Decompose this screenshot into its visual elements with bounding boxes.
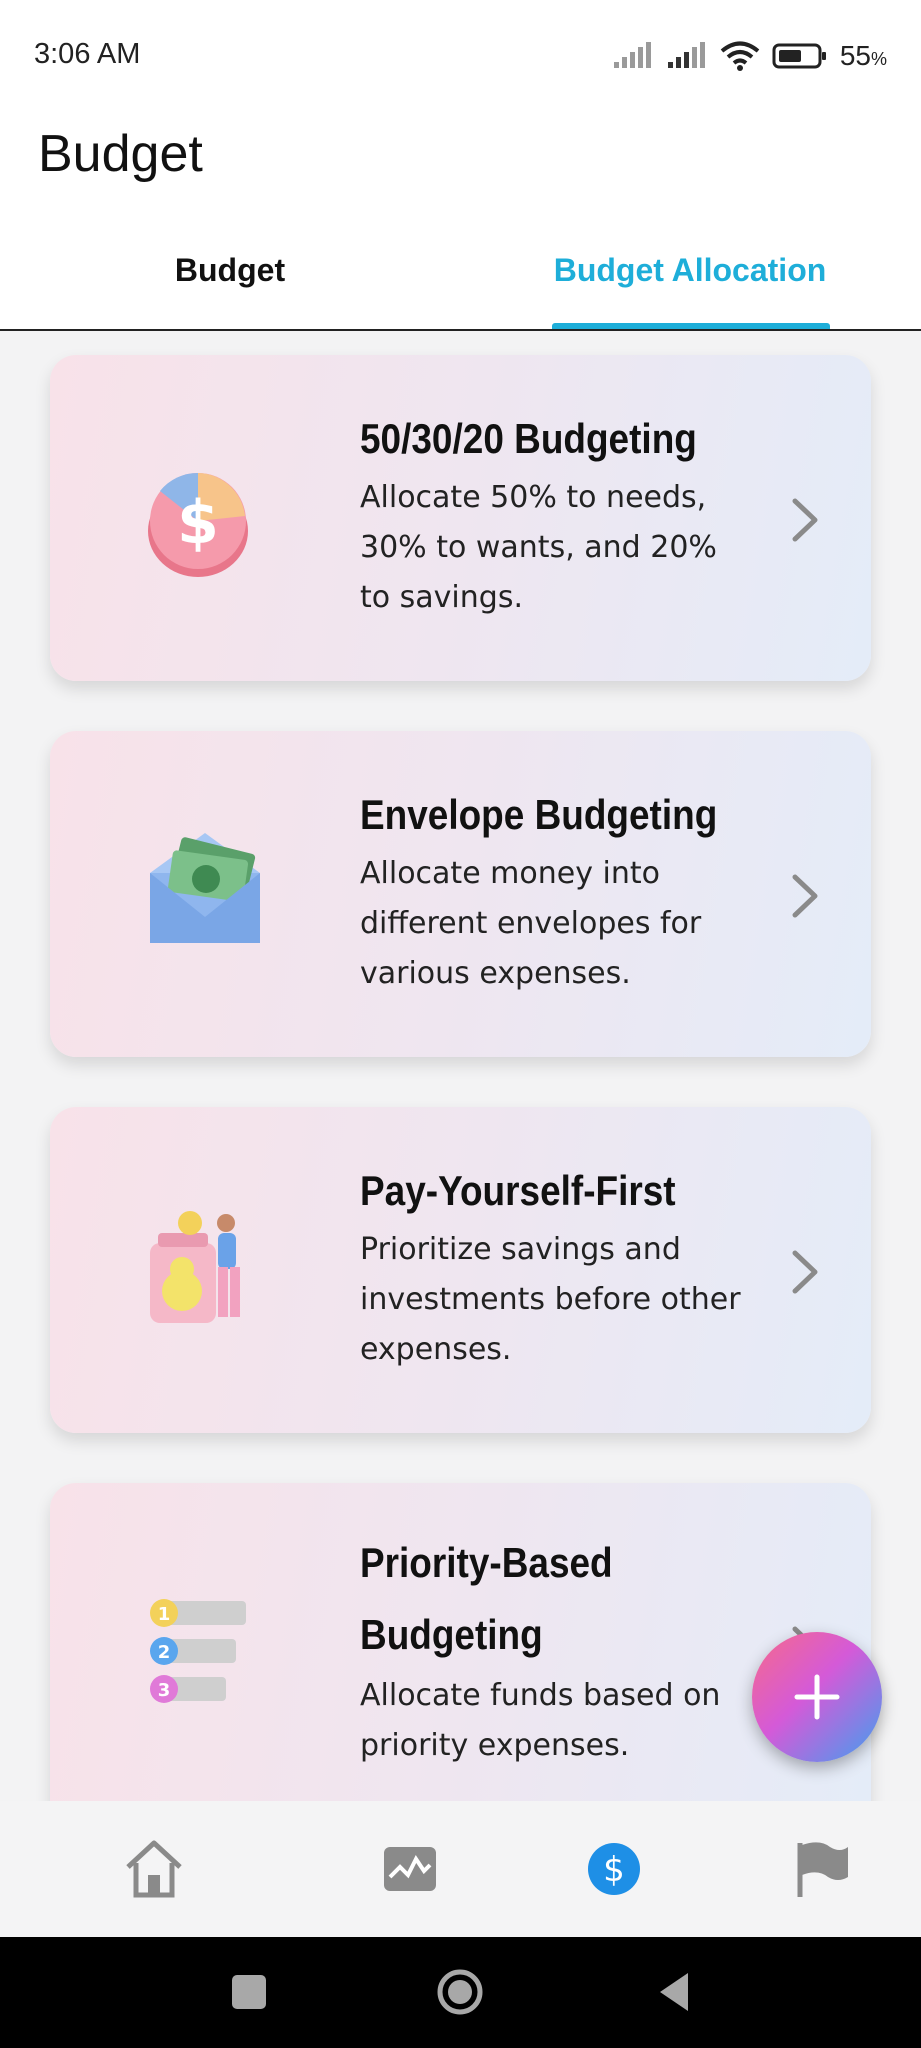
- envelope-money-icon: [150, 833, 260, 943]
- app-header: Budget Budget Budget Allocation: [0, 110, 921, 331]
- add-button[interactable]: [752, 1632, 882, 1762]
- card-50-30-20[interactable]: $ 50/30/20 Budgeting Allocate 50% to nee…: [50, 355, 871, 681]
- card-description: Allocate money into different envelopes …: [360, 856, 702, 991]
- status-bar: 3:06 AM 55%: [0, 0, 921, 110]
- battery-icon: [772, 43, 826, 69]
- signal-icon: [667, 42, 705, 68]
- card-pay-yourself-first[interactable]: Pay-Yourself-First Prioritize savings an…: [50, 1107, 871, 1433]
- card-title: 50/30/20 Budgeting: [360, 415, 697, 462]
- allocation-list[interactable]: $ 50/30/20 Budgeting Allocate 50% to nee…: [0, 331, 921, 1801]
- card-description: Prioritize savings and investments befor…: [360, 1232, 741, 1367]
- svg-text:2: 2: [158, 1642, 171, 1663]
- tab-budget[interactable]: Budget: [130, 252, 330, 289]
- wifi-icon: [720, 41, 760, 71]
- card-description: Allocate 50% to needs, 30% to wants, and…: [360, 480, 717, 615]
- svg-text:1: 1: [158, 1604, 171, 1625]
- chevron-right-icon: [792, 874, 818, 918]
- card-description: Allocate funds based on priority expense…: [360, 1678, 721, 1763]
- bottom-navigation: $: [0, 1801, 921, 1937]
- status-time: 3:06 AM: [34, 38, 141, 70]
- card-title: Priority-Based Budgeting: [360, 1539, 613, 1658]
- recents-button[interactable]: [224, 1967, 274, 2017]
- svg-text:$: $: [603, 1850, 625, 1890]
- system-navigation-bar: [0, 1937, 921, 2048]
- home-icon[interactable]: [122, 1837, 186, 1901]
- svg-text:$: $: [177, 488, 219, 558]
- status-icons: 55%: [612, 38, 887, 74]
- signal-icon: [613, 42, 651, 68]
- svg-text:3: 3: [158, 1680, 171, 1701]
- card-title: Envelope Budgeting: [360, 791, 718, 838]
- plus-icon: [794, 1674, 840, 1720]
- card-envelope-budgeting[interactable]: Envelope Budgeting Allocate money into d…: [50, 731, 871, 1057]
- back-button[interactable]: [650, 1967, 700, 2017]
- tab-budget-allocation[interactable]: Budget Allocation: [530, 252, 850, 289]
- priority-list-icon: 1 2 3: [150, 1599, 246, 1703]
- chart-icon[interactable]: [378, 1837, 442, 1901]
- home-button[interactable]: [435, 1967, 485, 2017]
- flag-icon[interactable]: [790, 1837, 854, 1901]
- savings-jar-icon: [150, 1211, 240, 1323]
- chevron-right-icon: [792, 498, 818, 542]
- chevron-right-icon: [792, 1250, 818, 1294]
- card-priority-based-budgeting[interactable]: 1 2 3 Priority-Based Budgeting Allocate …: [50, 1483, 871, 1801]
- pie-dollar-icon: $: [148, 472, 248, 577]
- battery-percent: 55%: [839, 40, 887, 71]
- dollar-icon[interactable]: $: [582, 1837, 646, 1901]
- card-title: Pay-Yourself-First: [360, 1167, 676, 1214]
- page-title: Budget: [38, 125, 203, 183]
